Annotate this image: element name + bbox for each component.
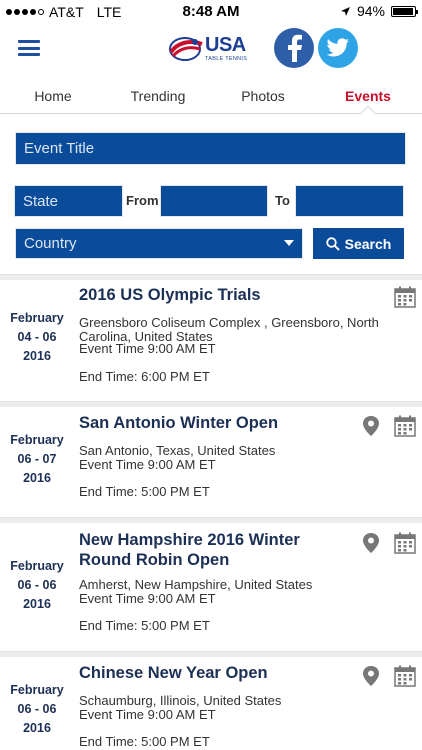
event-title[interactable]: San Antonio Winter Open xyxy=(79,413,349,433)
status-right: 94% xyxy=(340,3,418,19)
event-title[interactable]: New Hampshire 2016 Winter Round Robin Op… xyxy=(79,530,349,570)
state-select[interactable]: State xyxy=(14,185,123,217)
menu-icon[interactable] xyxy=(18,40,40,56)
event-card[interactable]: February 06 - 06 2016 New Hampshire 2016… xyxy=(0,523,422,651)
event-location: San Antonio, Texas, United States xyxy=(79,443,276,458)
location-arrow-icon xyxy=(340,6,350,16)
event-days: 06 - 07 xyxy=(17,452,57,466)
usa-table-tennis-logo: USA TABLE TENNIS xyxy=(168,32,258,66)
twitter-button[interactable] xyxy=(318,28,358,68)
search-button-label: Search xyxy=(344,235,392,252)
event-card[interactable]: February 06 - 07 2016 San Antonio Winter… xyxy=(0,407,422,517)
facebook-icon xyxy=(288,34,302,62)
battery-percent: 94% xyxy=(356,3,385,19)
event-location: Amherst, New Hampshire, United States xyxy=(79,577,313,592)
event-date: February 06 - 06 2016 xyxy=(0,557,74,614)
event-start-time: Event Time 9:00 AM ET xyxy=(79,341,216,356)
from-label: From xyxy=(126,193,159,208)
event-title[interactable]: 2016 US Olympic Trials xyxy=(79,285,349,305)
to-date-input[interactable] xyxy=(295,185,404,217)
event-title-placeholder: Event Title xyxy=(24,140,95,157)
event-location: Greensboro Coliseum Complex , Greensboro… xyxy=(79,315,379,344)
event-year: 2016 xyxy=(23,471,51,485)
tab-photos[interactable]: Photos xyxy=(236,88,290,104)
calendar-icon[interactable] xyxy=(394,286,416,308)
event-days: 06 - 06 xyxy=(17,578,57,592)
state-placeholder: State xyxy=(23,192,59,210)
event-end-time: End Time: 6:00 PM ET xyxy=(79,369,210,384)
to-label: To xyxy=(275,193,290,208)
event-date: February 06 - 07 2016 xyxy=(0,431,74,488)
tab-events[interactable]: Events xyxy=(340,88,396,104)
from-date-input[interactable] xyxy=(160,185,268,217)
event-end-time: End Time: 5:00 PM ET xyxy=(79,484,210,499)
event-days: 04 - 06 xyxy=(17,330,57,344)
tab-trending[interactable]: Trending xyxy=(126,88,190,104)
event-year: 2016 xyxy=(23,597,51,611)
app-header: USA TABLE TENNIS xyxy=(0,24,422,76)
logo-subtext: TABLE TENNIS xyxy=(205,56,248,62)
event-end-time: End Time: 5:00 PM ET xyxy=(79,618,210,633)
event-date: February 06 - 06 2016 xyxy=(0,681,74,738)
search-icon xyxy=(325,236,340,251)
logo-text: USA xyxy=(205,34,246,56)
event-location: Schaumburg, Illinois, United States xyxy=(79,693,282,708)
event-start-time: Event Time 9:00 AM ET xyxy=(79,457,216,472)
event-date: February 04 - 06 2016 xyxy=(0,309,74,366)
event-title-input[interactable]: Event Title xyxy=(15,132,406,165)
event-month: February xyxy=(10,311,64,325)
logo-swoosh-icon xyxy=(169,37,203,61)
event-year: 2016 xyxy=(23,721,51,735)
status-bar: AT&T LTE 8:48 AM 94% xyxy=(0,0,422,24)
event-end-time: End Time: 5:00 PM ET xyxy=(79,734,210,749)
country-placeholder: Country xyxy=(24,235,77,252)
calendar-icon[interactable] xyxy=(394,415,416,437)
event-title[interactable]: Chinese New Year Open xyxy=(79,663,349,683)
event-card[interactable]: February 04 - 06 2016 2016 US Olympic Tr… xyxy=(0,280,422,400)
event-month: February xyxy=(10,559,64,573)
tab-home[interactable]: Home xyxy=(28,88,78,104)
event-start-time: Event Time 9:00 AM ET xyxy=(79,707,216,722)
tab-bar: Home Trending Photos Events xyxy=(0,80,422,114)
event-month: February xyxy=(10,683,64,697)
search-button[interactable]: Search xyxy=(313,228,404,259)
battery-icon xyxy=(391,5,418,17)
event-days: 06 - 06 xyxy=(17,702,57,716)
calendar-icon[interactable] xyxy=(394,532,416,554)
event-year: 2016 xyxy=(23,349,51,363)
dropdown-caret-icon xyxy=(284,240,294,246)
event-start-time: Event Time 9:00 AM ET xyxy=(79,591,216,606)
event-card[interactable]: February 06 - 06 2016 Chinese New Year O… xyxy=(0,657,422,750)
location-pin-icon[interactable] xyxy=(361,532,381,554)
location-pin-icon[interactable] xyxy=(361,415,381,437)
event-month: February xyxy=(10,433,64,447)
location-pin-icon[interactable] xyxy=(361,665,381,687)
country-select[interactable]: Country xyxy=(15,228,303,259)
facebook-button[interactable] xyxy=(274,28,314,68)
calendar-icon[interactable] xyxy=(394,665,416,687)
twitter-icon xyxy=(326,38,349,57)
